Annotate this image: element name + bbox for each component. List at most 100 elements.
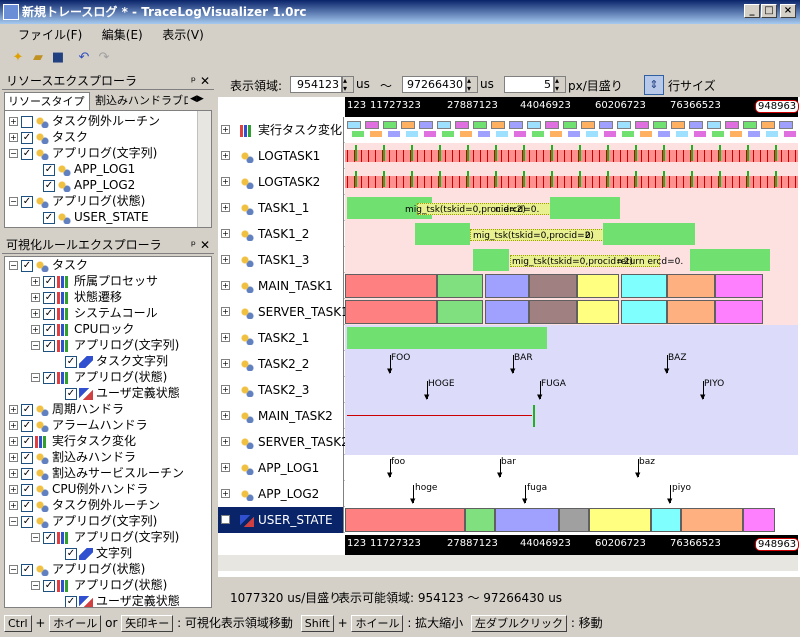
row-track[interactable] <box>345 429 798 455</box>
row-label[interactable]: + USER_STATE <box>218 507 344 533</box>
row-size-icon[interactable]: ⇕ <box>644 75 664 95</box>
timeline-row[interactable]: + SERVER_TASK1 <box>218 299 798 325</box>
list-item[interactable]: + ✓ システムコール <box>31 305 158 321</box>
row-label[interactable]: + TASK1_2 <box>218 221 344 247</box>
timeline-row[interactable]: + LOGTASK2 <box>218 169 798 195</box>
row-label[interactable]: + LOGTASK1 <box>218 143 344 169</box>
expand-icon[interactable]: + <box>221 333 230 342</box>
timeline-row[interactable]: + TASK2_1 <box>218 325 798 351</box>
list-item[interactable]: + ✓ タスク <box>9 129 88 145</box>
row-track[interactable]: ▼ foo ▼ bar ▼ baz <box>345 455 798 481</box>
checkbox[interactable]: ✓ <box>21 195 33 208</box>
list-item[interactable]: ✓ USER_STATE <box>43 209 149 225</box>
checkbox[interactable] <box>21 115 33 128</box>
checkbox[interactable]: ✓ <box>43 211 55 224</box>
timeline-row[interactable]: + MAIN_TASK2 <box>218 403 798 429</box>
list-item[interactable]: + ✓ タスク例外ルーチン <box>9 497 160 513</box>
row-track[interactable]: ▼ HOGE ▼ FUGA ▼ PIYO <box>345 377 798 403</box>
row-label[interactable]: + TASK1_3 <box>218 247 344 273</box>
range-to-input[interactable]: 97266430 <box>402 76 466 93</box>
expand-icon[interactable]: + <box>221 151 230 160</box>
expand-icon[interactable]: + <box>221 255 230 264</box>
row-track[interactable] <box>345 325 798 351</box>
list-item[interactable]: − ✓ アプリログ(文字列) <box>31 529 179 545</box>
row-label[interactable]: + TASK2_2 <box>218 351 344 377</box>
row-label[interactable]: + SERVER_TASK2 <box>218 429 349 455</box>
list-item[interactable]: + ✓ CPUロック <box>31 321 134 337</box>
timeline-row[interactable]: + TASK1_2 mig_tsk(tskid=0,procid=2) 0. <box>218 221 798 247</box>
scale-input[interactable]: 5 <box>504 76 554 93</box>
panel-close-icon[interactable]: ✕ <box>200 72 210 90</box>
tab-interrupt-handler[interactable]: 割込みハンドラブロ <box>92 93 188 110</box>
new-file-icon[interactable]: ✦ <box>8 48 28 68</box>
list-item[interactable]: − ✓ タスク <box>9 257 88 273</box>
checkbox[interactable]: ✓ <box>21 131 33 144</box>
undo-icon[interactable]: ↶ <box>74 48 94 68</box>
menu-edit[interactable]: 編集(E) <box>94 24 151 45</box>
timeline-row[interactable]: + USER_STATE <box>218 507 798 533</box>
expand-icon[interactable]: + <box>221 281 230 290</box>
list-item[interactable]: − ✓ アプリログ(状態) <box>31 577 167 593</box>
row-label[interactable]: + TASK2_3 <box>218 377 344 403</box>
list-item[interactable]: − ✓ アプリログ(状態) <box>31 369 167 385</box>
list-item[interactable]: + タスク例外ルーチン <box>9 113 160 129</box>
timeline-row[interactable]: + APP_LOG1 ▼ foo ▼ bar ▼ baz <box>218 455 798 481</box>
minimize-button[interactable]: _ <box>744 4 760 18</box>
row-label[interactable]: + TASK2_1 <box>218 325 344 351</box>
expand-icon[interactable]: + <box>221 515 230 524</box>
timeline-row[interactable]: + APP_LOG2 ▼ hoge ▼ fuga ▼ piyo <box>218 481 798 507</box>
checkbox[interactable]: ✓ <box>43 163 55 176</box>
expand-icon[interactable]: + <box>221 411 230 420</box>
range-from-spinner[interactable]: ▴ ▾ <box>342 76 354 93</box>
row-label[interactable]: + 実行タスク変化 <box>218 117 344 143</box>
list-item[interactable]: + ✓ アラームハンドラ <box>9 417 148 433</box>
row-track[interactable]: mig_tsk(tskid=0,procid=2) return ercd=0. <box>345 247 798 273</box>
list-item[interactable]: + ✓ 割込みハンドラ <box>9 449 136 465</box>
row-track[interactable] <box>345 143 798 169</box>
timeline-row[interactable]: + TASK1_1 mig_tsk(tskid=0,procid=2) n ercd=… <box>218 195 798 221</box>
row-track[interactable] <box>345 273 798 299</box>
list-item[interactable]: − ✓ アプリログ(状態) <box>9 561 145 577</box>
row-label[interactable]: + MAIN_TASK2 <box>218 403 344 429</box>
range-from-input[interactable]: 954123 <box>290 76 342 93</box>
timeline-row[interactable]: + TASK2_2 ▼ FOO ▼ BAR ▼ BAZ <box>218 351 798 377</box>
menu-view[interactable]: 表示(V) <box>154 24 212 45</box>
list-item[interactable]: − ✓ アプリログ(状態) <box>9 193 145 209</box>
list-item[interactable]: ✓ APP_LOG2 <box>43 177 135 193</box>
row-track[interactable]: mig_tsk(tskid=0,procid=2) 0. <box>345 221 798 247</box>
tab-scroll-arrows[interactable]: ◀▶ <box>190 94 204 104</box>
list-item[interactable]: ✓ 文字列 <box>65 545 132 561</box>
redo-icon[interactable]: ↷ <box>94 48 114 68</box>
list-item[interactable]: − ✓ アプリログ(文字列) <box>9 513 157 529</box>
expand-icon[interactable]: + <box>221 385 230 394</box>
timeline-row[interactable]: + TASK1_3 mig_tsk(tskid=0,procid=2) return … <box>218 247 798 273</box>
expand-icon[interactable]: + <box>221 489 230 498</box>
checkbox[interactable]: ✓ <box>43 179 55 192</box>
list-item[interactable]: ✓ ユーザ定義状態 <box>65 385 180 401</box>
row-track[interactable]: mig_tsk(tskid=0,procid=2) n ercd=0. <box>345 195 798 221</box>
timeline-row[interactable]: + TASK2_3 ▼ HOGE ▼ FUGA ▼ PIYO <box>218 377 798 403</box>
timeline-row[interactable]: + SERVER_TASK2 <box>218 429 798 455</box>
list-item[interactable]: + ✓ 周期ハンドラ <box>9 401 124 417</box>
save-icon[interactable]: ■ <box>48 48 68 68</box>
list-item[interactable]: + ✓ 状態遷移 <box>31 289 122 305</box>
menu-file[interactable]: ファイル(F) <box>10 24 90 45</box>
panel-close-icon[interactable]: ✕ <box>200 236 210 254</box>
row-track[interactable] <box>345 299 798 325</box>
expand-icon[interactable]: + <box>221 307 230 316</box>
timeline-row[interactable]: + 実行タスク変化 <box>218 117 798 143</box>
row-track[interactable] <box>345 169 798 195</box>
horizontal-scrollbar[interactable] <box>218 555 798 571</box>
row-label[interactable]: + TASK1_1 <box>218 195 344 221</box>
expand-icon[interactable]: + <box>221 463 230 472</box>
timeline-row[interactable]: + LOGTASK1 <box>218 143 798 169</box>
expand-icon[interactable]: + <box>221 177 230 186</box>
row-track[interactable]: ▼ FOO ▼ BAR ▼ BAZ <box>345 351 798 377</box>
row-label[interactable]: + LOGTASK2 <box>218 169 344 195</box>
scale-spinner[interactable]: ▴ ▾ <box>554 76 566 93</box>
pin-icon[interactable]: ᵖ <box>191 72 196 90</box>
list-item[interactable]: ✓ APP_LOG1 <box>43 161 135 177</box>
list-item[interactable]: + ✓ 実行タスク変化 <box>9 433 136 449</box>
list-item[interactable]: + ✓ 割込みサービスルーチン <box>9 465 184 481</box>
timeline-area[interactable]: 123 11727323 27887123 44046923 60206723 … <box>218 97 800 577</box>
